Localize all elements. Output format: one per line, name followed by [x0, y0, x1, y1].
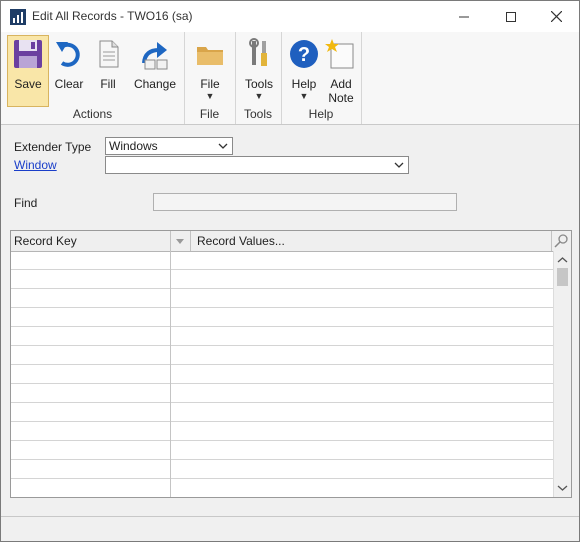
close-button[interactable]: [533, 1, 579, 32]
table-row[interactable]: [11, 403, 554, 422]
save-icon: [14, 40, 42, 68]
actions-group-label: Actions: [72, 107, 113, 121]
tools-group: Tools ▼ Tools: [235, 32, 282, 124]
records-grid: Record Key Record Values...: [10, 230, 572, 498]
save-label: Save: [14, 77, 42, 91]
add-note-icon: [325, 39, 354, 69]
clear-icon: [56, 42, 80, 67]
edit-all-records-window: Edit All Records - TWO16 (sa) Save Clear…: [0, 0, 580, 542]
scroll-thumb[interactable]: [557, 268, 568, 286]
file-dropdown-icon: ▼: [205, 91, 215, 101]
extender-type-value: Windows: [109, 139, 158, 153]
maximize-button[interactable]: [488, 1, 534, 32]
save-button[interactable]: Save: [7, 35, 49, 107]
window-title: Edit All Records - TWO16 (sa): [32, 9, 193, 23]
table-row[interactable]: [11, 422, 554, 441]
ribbon: Save Clear Fill Change Actions File ▼ Fi…: [1, 32, 579, 125]
column-divider: [551, 231, 552, 251]
tools-group-label: Tools: [243, 107, 272, 121]
scroll-down-icon[interactable]: [554, 481, 571, 495]
file-group: File ▼ File: [184, 32, 236, 124]
tools-button[interactable]: Tools ▼: [240, 35, 278, 107]
fill-icon: [99, 40, 119, 68]
table-row[interactable]: [11, 251, 554, 270]
change-label: Change: [133, 77, 177, 91]
close-icon: [550, 11, 562, 22]
clear-button[interactable]: Clear: [50, 35, 88, 107]
extender-type-label: Extender Type: [14, 140, 92, 154]
vertical-scrollbar[interactable]: [553, 251, 571, 497]
add-note-button[interactable]: Add Note: [323, 35, 359, 107]
extender-type-select[interactable]: Windows: [105, 137, 233, 155]
maximize-icon: [506, 11, 516, 22]
chevron-down-icon: [394, 162, 404, 168]
actions-group: Save Clear Fill Change Actions: [1, 32, 185, 124]
table-row[interactable]: [11, 441, 554, 460]
table-row[interactable]: [11, 365, 554, 384]
record-values-header[interactable]: Record Values...: [197, 231, 285, 251]
tools-icon: [249, 38, 267, 66]
column-divider: [190, 231, 191, 251]
chevron-down-icon: [218, 143, 228, 149]
title-bar: Edit All Records - TWO16 (sa): [1, 1, 579, 32]
zoom-icon: [554, 234, 568, 248]
table-row[interactable]: [11, 479, 554, 497]
column-divider: [170, 251, 171, 497]
table-row[interactable]: [11, 270, 554, 289]
find-input[interactable]: [153, 193, 457, 211]
tools-label: Tools: [244, 77, 273, 91]
fill-button[interactable]: Fill: [90, 35, 126, 107]
add-note-label-2: Note: [328, 91, 354, 105]
help-dropdown-icon: ▼: [299, 91, 309, 101]
minimize-icon: [459, 16, 469, 17]
find-label: Find: [14, 196, 38, 210]
expand-values-icon[interactable]: [173, 231, 187, 251]
clear-label: Clear: [54, 77, 84, 91]
table-row[interactable]: [11, 346, 554, 365]
minimize-button[interactable]: [441, 1, 487, 32]
app-icon: [10, 9, 26, 25]
fill-label: Fill: [100, 77, 116, 91]
zoom-button[interactable]: [553, 231, 569, 251]
table-row[interactable]: [11, 460, 554, 479]
help-label: Help: [291, 77, 317, 91]
help-group-label: Help: [308, 107, 334, 121]
file-label: File: [200, 77, 220, 91]
add-note-label-1: Add: [330, 77, 352, 91]
status-bar: [1, 516, 579, 541]
svg-text:?: ?: [298, 44, 310, 66]
table-row[interactable]: [11, 289, 554, 308]
column-divider: [170, 231, 171, 251]
scroll-up-icon[interactable]: [554, 253, 571, 267]
table-row[interactable]: [11, 384, 554, 403]
help-button[interactable]: ? Help ▼: [286, 35, 322, 107]
window-link[interactable]: Window: [14, 158, 57, 172]
help-icon: ?: [290, 40, 318, 68]
record-key-header[interactable]: Record Key: [14, 231, 77, 251]
help-group: ? Help ▼ Add Note Help: [281, 32, 362, 124]
grid-header: Record Key Record Values...: [11, 231, 571, 252]
file-button[interactable]: File ▼: [192, 35, 228, 107]
change-icon: [142, 42, 168, 70]
table-row[interactable]: [11, 308, 554, 327]
window-select[interactable]: [105, 156, 409, 174]
folder-icon: [197, 47, 223, 65]
tools-dropdown-icon: ▼: [254, 91, 264, 101]
change-button[interactable]: Change: [130, 35, 180, 107]
table-row[interactable]: [11, 327, 554, 346]
file-group-label: File: [199, 107, 220, 121]
